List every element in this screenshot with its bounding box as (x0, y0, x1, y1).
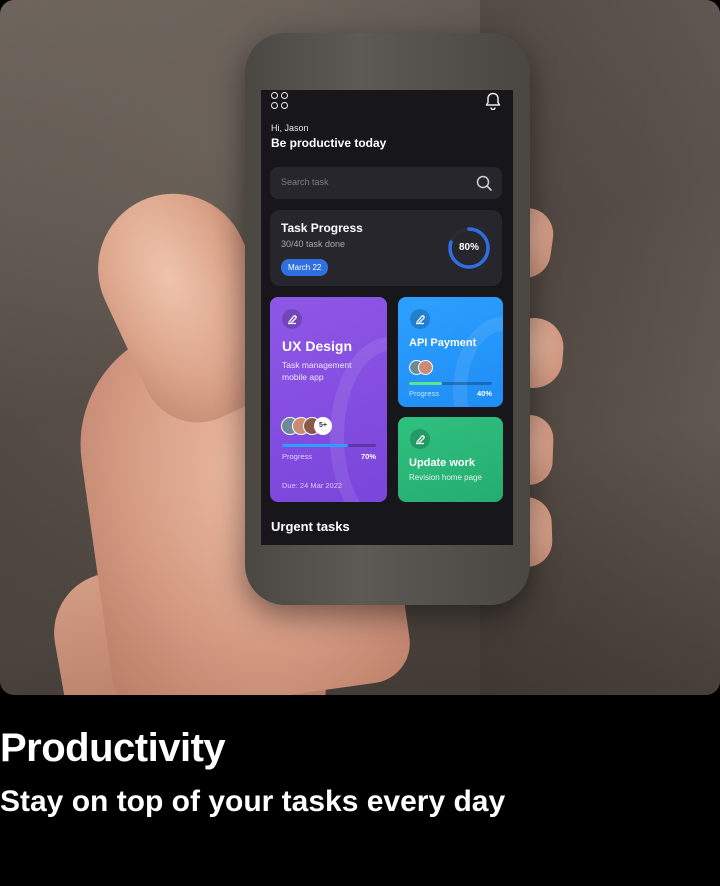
search-placeholder: Search task (281, 177, 329, 187)
card-title: Update work (409, 457, 476, 469)
task-progress-title: Task Progress (281, 221, 363, 235)
card-title: API Payment (409, 337, 477, 349)
progress-percent: 80% (458, 242, 479, 253)
pin-icon (282, 309, 302, 329)
search-input[interactable]: Search task (270, 167, 502, 199)
progress-value: 70% (360, 452, 376, 461)
ux-design-card[interactable]: UX Design Task management mobile app 5+ … (270, 297, 387, 502)
card-subtitle: Revision home page (409, 473, 482, 482)
card-subtitle: Task management mobile app (282, 360, 352, 382)
bell-icon[interactable] (485, 92, 501, 111)
avatar-more-badge: 5+ (314, 417, 332, 435)
pin-icon (410, 309, 430, 329)
urgent-tasks-heading: Urgent tasks (271, 519, 350, 534)
card-title: UX Design (282, 338, 353, 354)
progress-bar-fill (409, 382, 443, 385)
update-work-card[interactable]: Update work Revision home page (398, 417, 503, 502)
api-payment-card[interactable]: API Payment Progress 40% (398, 297, 503, 407)
menu-icon[interactable] (271, 92, 291, 112)
progress-label: Progress (282, 452, 313, 461)
caption-subtitle: Stay on top of your tasks every day (0, 785, 506, 818)
background-photo: Hi, Jason Be productive today Search tas… (0, 0, 720, 695)
caption-title: Productivity (0, 726, 226, 770)
date-badge[interactable]: March 22 (281, 259, 329, 276)
app-screen: Hi, Jason Be productive today Search tas… (261, 90, 513, 545)
progress-bar-fill (282, 444, 348, 447)
progress-value: 40% (476, 389, 492, 398)
due-date: Due: 24 Mar 2022 (282, 481, 343, 490)
headline-text: Be productive today (271, 136, 387, 150)
task-progress-card[interactable]: Task Progress 30/40 task done March 22 8… (270, 210, 502, 286)
progress-bar (409, 382, 492, 385)
pin-icon (410, 429, 430, 449)
greeting-text: Hi, Jason (271, 123, 309, 133)
avatar (418, 360, 433, 375)
task-progress-subtitle: 30/40 task done (281, 239, 346, 249)
progress-label: Progress (409, 389, 440, 398)
search-icon[interactable] (476, 175, 492, 191)
progress-bar (282, 444, 376, 447)
